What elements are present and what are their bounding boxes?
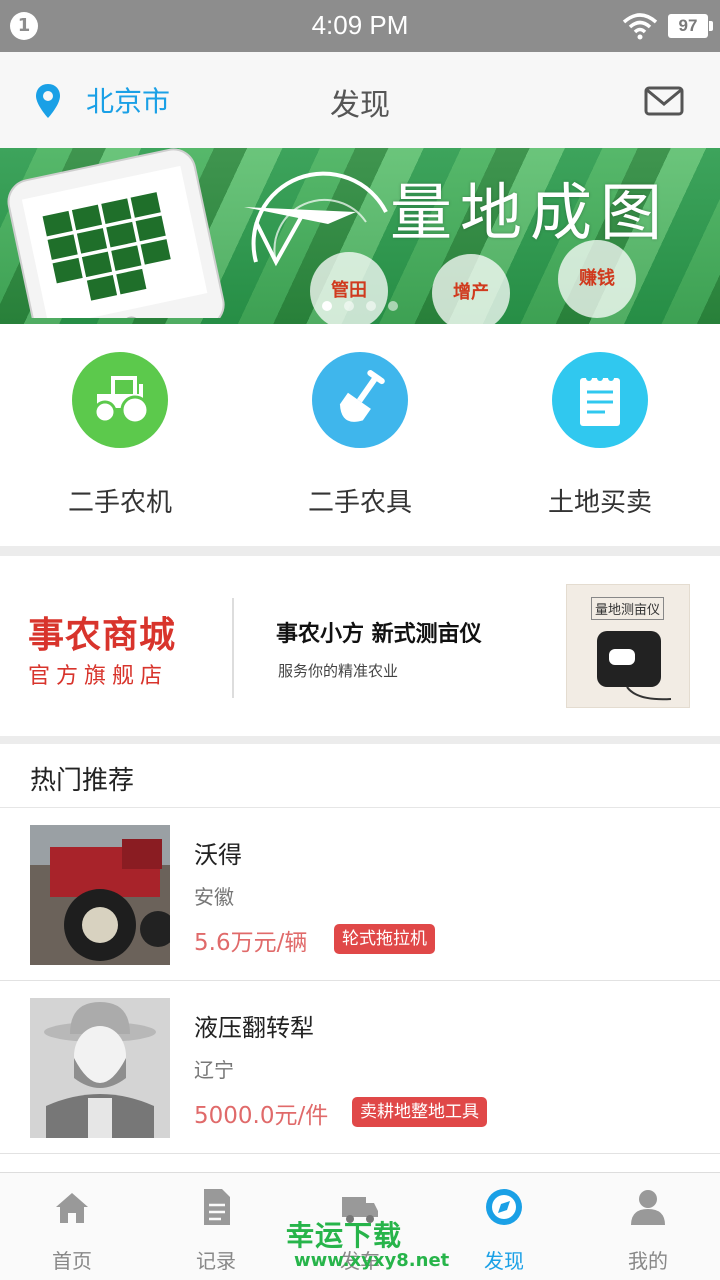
promo-title: 事农小方 新式测亩仪 (276, 622, 482, 647)
item-tag: 轮式拖拉机 (334, 924, 435, 954)
placeholder-avatar (30, 998, 170, 1138)
tab-records[interactable]: 记录 (144, 1173, 288, 1280)
item-region: 安徽 (194, 885, 234, 909)
document-icon (204, 1189, 230, 1225)
category-grid: 二手农机 二手农具 土地买卖 (0, 324, 720, 548)
pager-dot[interactable] (388, 301, 398, 311)
tab-label: 记录 (196, 1249, 236, 1273)
notepad-icon (552, 352, 648, 448)
status-time: 4:09 PM (311, 10, 409, 40)
item-tag: 卖耕地整地工具 (352, 1097, 487, 1127)
item-region: 辽宁 (194, 1058, 234, 1082)
mail-icon[interactable] (644, 86, 684, 116)
category-used-tools[interactable]: 二手农具 (260, 352, 460, 519)
banner-pill-manage: 管田 (310, 252, 388, 330)
category-label: 土地买卖 (547, 488, 652, 518)
compass-icon (486, 1189, 522, 1225)
tab-label: 首页 (52, 1249, 92, 1273)
home-icon (56, 1193, 88, 1223)
phone-illustration (7, 148, 225, 318)
mall-name: 事农商城 (28, 615, 177, 656)
status-bar: 1 4:09 PM 97 (0, 0, 720, 52)
divider (0, 546, 720, 556)
tractor-icon (72, 352, 168, 448)
tractor-photo (30, 825, 170, 965)
item-price: 5.6万元/辆 (194, 930, 308, 956)
app-screen: 1 4:09 PM 97 北京市 发现 量地成图 管田 增产 赚钱 二手农机 二… (0, 0, 720, 1280)
category-label: 二手农机 (67, 488, 172, 518)
item-name: 沃得 (194, 841, 242, 869)
product-image[interactable]: 量地测亩仪 (566, 584, 690, 708)
mall-subtitle: 官方旗舰店 (28, 664, 169, 689)
category-label: 二手农具 (307, 488, 412, 518)
list-item[interactable]: 液压翻转犁 辽宁 5000.0元/件 卖耕地整地工具 (0, 982, 720, 1154)
shovel-icon (312, 352, 408, 448)
banner-pill-increase: 增产 (432, 254, 510, 332)
item-name: 液压翻转犁 (194, 1014, 314, 1042)
device-icon (597, 631, 672, 701)
divider (232, 598, 234, 698)
banner-headline: 量地成图 (390, 176, 671, 249)
tab-profile[interactable]: 我的 (576, 1173, 720, 1280)
tab-home[interactable]: 首页 (0, 1173, 144, 1280)
mall-section[interactable]: 事农商城 官方旗舰店 事农小方 新式测亩仪 服务你的精准农业 量地测亩仪 (0, 556, 720, 736)
user-icon (631, 1190, 665, 1225)
top-header: 北京市 发现 (0, 52, 720, 148)
product-label: 量地测亩仪 (591, 597, 665, 620)
item-price: 5000.0元/件 (194, 1103, 329, 1129)
page-title: 发现 (330, 88, 390, 123)
category-used-machinery[interactable]: 二手农机 (20, 352, 220, 519)
banner-pill-earn: 赚钱 (558, 240, 636, 318)
watermark-title: 幸运下载 (286, 1219, 403, 1252)
category-land-trade[interactable]: 土地买卖 (500, 352, 700, 519)
watermark-url: www.xyxy8.net (294, 1250, 450, 1271)
wifi-icon (622, 13, 658, 40)
hot-header: 热门推荐 (0, 744, 720, 808)
section-title: 热门推荐 (30, 766, 135, 796)
tab-discover[interactable]: 发现 (432, 1173, 576, 1280)
list-item[interactable]: 沃得 安徽 5.6万元/辆 轮式拖拉机 (0, 809, 720, 981)
battery-indicator: 97 (668, 14, 713, 38)
promo-subtitle: 服务你的精准农业 (278, 662, 399, 680)
tab-label: 发现 (484, 1249, 524, 1273)
tab-label: 我的 (628, 1249, 668, 1273)
divider (0, 736, 720, 744)
